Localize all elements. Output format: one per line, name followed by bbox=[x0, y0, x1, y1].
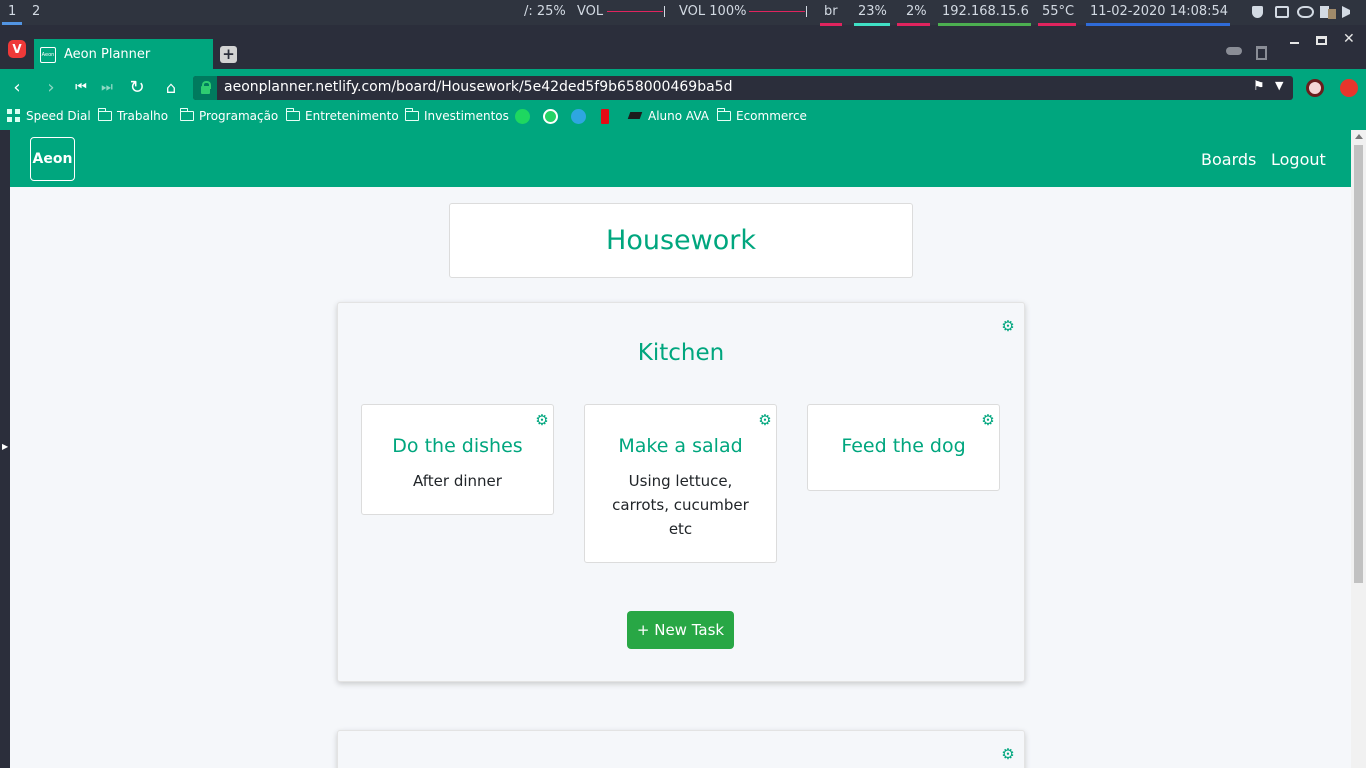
scroll-up-icon[interactable] bbox=[1355, 134, 1363, 139]
task-title: Feed the dog bbox=[841, 435, 966, 457]
brand-logo[interactable]: Aeon bbox=[30, 137, 75, 181]
lock-icon[interactable] bbox=[193, 76, 217, 100]
maximize-icon[interactable] bbox=[1316, 36, 1327, 45]
whatsapp-icon[interactable] bbox=[543, 109, 558, 124]
browser-tab-bar: V Aeon Aeon Planner + ✕ bbox=[0, 31, 1366, 69]
bookmark-trabalho[interactable]: Trabalho bbox=[98, 108, 168, 123]
folder-icon bbox=[98, 108, 112, 121]
gear-icon[interactable]: ⚙ bbox=[535, 413, 549, 428]
volume-slider-2-handle[interactable] bbox=[806, 6, 807, 17]
new-task-button[interactable]: + New Task bbox=[627, 611, 734, 649]
package-tray-icon[interactable] bbox=[1328, 9, 1336, 19]
vivaldi-menu-icon[interactable]: V bbox=[8, 40, 26, 58]
cpu-usage: 23% bbox=[854, 4, 890, 26]
extension-owl-icon[interactable] bbox=[1306, 79, 1324, 97]
graduation-cap-icon bbox=[627, 112, 643, 119]
gear-icon[interactable]: ⚙ bbox=[1001, 319, 1015, 334]
home-icon[interactable]: ⌂ bbox=[160, 77, 182, 99]
volume-label: VOL bbox=[577, 4, 604, 19]
bookmarks-bar: Speed Dial Trabalho Programação Entreten… bbox=[0, 103, 1366, 130]
task-card[interactable]: ⚙ Do the dishes After dinner bbox=[361, 404, 554, 515]
task-description: Using lettuce, carrots, cucumber etc bbox=[612, 472, 749, 538]
bookmark-ecommerce[interactable]: Ecommerce bbox=[717, 108, 807, 123]
forward-icon[interactable]: › bbox=[40, 77, 62, 99]
bookmark-programacao[interactable]: Programação bbox=[180, 108, 278, 123]
list-title: Kitchen bbox=[637, 340, 725, 366]
task-description: After dinner bbox=[413, 472, 502, 490]
temperature: 55°C bbox=[1038, 4, 1077, 26]
workspace-1[interactable]: 1 bbox=[1, 4, 23, 25]
list-card-kitchen: ⚙ Kitchen ⚙ Do the dishes After dinner ⚙… bbox=[337, 302, 1025, 682]
address-toolbar: ‹ › ⏮ ⏭ ↻ ⌂ aeonplanner.netlify.com/boar… bbox=[0, 69, 1366, 103]
shield-tray-icon[interactable] bbox=[1252, 6, 1263, 18]
aeon-favicon-icon: Aeon bbox=[40, 47, 56, 63]
close-icon[interactable]: ✕ bbox=[1343, 31, 1355, 47]
extension-hand-icon[interactable] bbox=[1340, 79, 1358, 97]
nav-logout-link[interactable]: Logout bbox=[1271, 150, 1326, 169]
gear-icon[interactable]: ⚙ bbox=[758, 413, 772, 428]
url-text[interactable]: aeonplanner.netlify.com/board/Housework/… bbox=[224, 79, 732, 95]
back-icon[interactable]: ‹ bbox=[6, 77, 28, 99]
task-card[interactable]: ⚙ Feed the dog bbox=[807, 404, 1000, 491]
folder-icon bbox=[180, 108, 194, 121]
page-viewport: Aeon Boards Logout Housework ⚙ Kitchen ⚙… bbox=[10, 130, 1351, 768]
spotify-icon[interactable] bbox=[515, 109, 530, 124]
fast-forward-icon[interactable]: ⏭ bbox=[96, 77, 118, 99]
task-title: Do the dishes bbox=[392, 435, 523, 457]
bookmark-aluno-ava[interactable]: Aluno AVA bbox=[627, 109, 709, 123]
panel-arrow-icon: ▶ bbox=[2, 442, 9, 451]
bookmark-entretenimento[interactable]: Entretenimento bbox=[286, 108, 399, 123]
board-title: Housework bbox=[606, 225, 756, 256]
volume-slider[interactable] bbox=[607, 11, 663, 12]
speaker-tray-icon[interactable] bbox=[1342, 6, 1350, 18]
address-dropdown-icon[interactable]: ▼ bbox=[1275, 79, 1283, 92]
nvidia-tray-icon[interactable] bbox=[1297, 6, 1314, 18]
task-title: Make a salad bbox=[618, 435, 743, 457]
tab-aeon-planner[interactable]: Aeon Aeon Planner bbox=[34, 39, 213, 69]
brightness-indicator: /: 25% bbox=[524, 4, 566, 19]
display-tray-icon[interactable] bbox=[1275, 6, 1289, 18]
tab-title: Aeon Planner bbox=[64, 47, 151, 62]
rewind-icon[interactable]: ⏮ bbox=[70, 77, 92, 99]
memory-usage: 2% bbox=[897, 4, 930, 26]
address-field[interactable]: aeonplanner.netlify.com/board/Housework/… bbox=[193, 76, 1293, 100]
volume-slider-handle[interactable] bbox=[664, 6, 665, 17]
app-navbar: Aeon Boards Logout bbox=[10, 130, 1351, 187]
workspace-2[interactable]: 2 bbox=[32, 4, 40, 19]
ip-address: 192.168.15.6 bbox=[938, 4, 1031, 26]
gear-icon[interactable]: ⚙ bbox=[981, 413, 995, 428]
scrollbar-thumb[interactable] bbox=[1354, 145, 1363, 583]
system-status-bar: 1 2 /: 25% VOL VOL 100% br 23% 2% 192.16… bbox=[0, 0, 1366, 26]
volume-indicator: VOL 100% bbox=[679, 4, 747, 19]
new-tab-button[interactable]: + bbox=[220, 46, 237, 63]
browser-side-panel-toggle[interactable]: ▶ bbox=[0, 130, 10, 768]
task-card[interactable]: ⚙ Make a salad Using lettuce, carrots, c… bbox=[584, 404, 777, 563]
board-title-card: Housework bbox=[449, 203, 913, 278]
sync-cloud-icon[interactable] bbox=[1226, 47, 1242, 55]
clock: 11-02-2020 14:08:54 bbox=[1086, 4, 1231, 26]
minimize-icon[interactable] bbox=[1290, 42, 1299, 44]
nav-boards-link[interactable]: Boards bbox=[1201, 150, 1256, 169]
folder-icon bbox=[286, 108, 300, 121]
reload-icon[interactable]: ↻ bbox=[126, 77, 148, 99]
list-card: ⚙ bbox=[337, 730, 1025, 768]
netflix-icon[interactable] bbox=[601, 109, 609, 124]
folder-icon bbox=[405, 108, 419, 121]
speed-dial-icon bbox=[7, 109, 20, 122]
trash-icon[interactable] bbox=[1256, 46, 1267, 60]
keyboard-layout: br bbox=[820, 4, 842, 26]
telegram-icon[interactable] bbox=[571, 109, 586, 124]
gear-icon[interactable]: ⚙ bbox=[1001, 747, 1015, 762]
folder-icon bbox=[717, 108, 731, 121]
bookmark-page-icon[interactable]: ⚑ bbox=[1253, 79, 1265, 94]
volume-slider-2[interactable] bbox=[749, 11, 805, 12]
bookmark-speed-dial[interactable]: Speed Dial bbox=[7, 109, 91, 123]
bookmark-investimentos[interactable]: Investimentos bbox=[405, 108, 509, 123]
page-scrollbar[interactable] bbox=[1351, 130, 1366, 768]
